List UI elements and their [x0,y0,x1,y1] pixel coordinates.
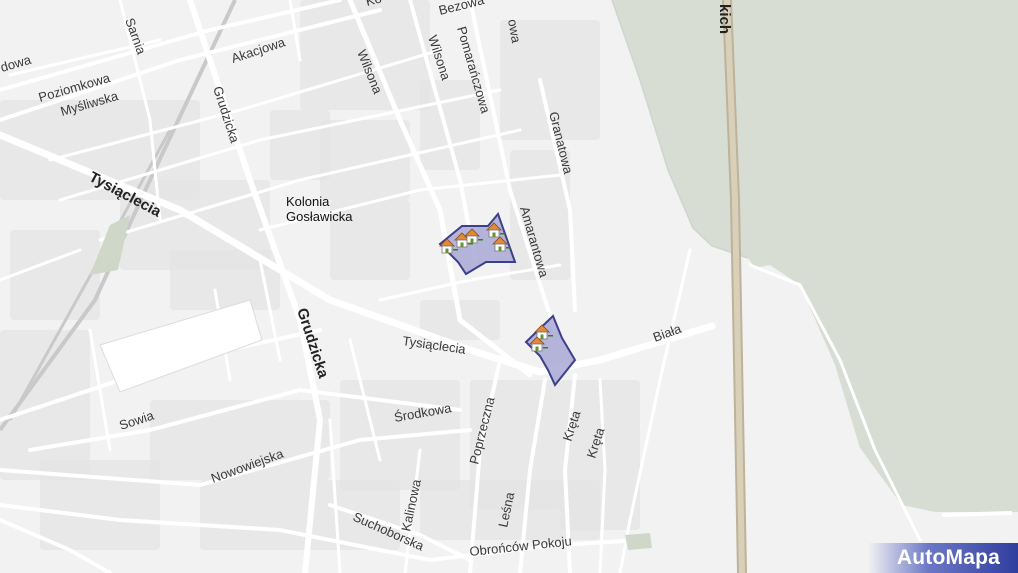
street-label-bezowa: Bezowa [437,0,486,18]
street-label-sarnia: Sarnia [122,16,149,57]
stripe [941,511,1013,517]
area-label-line: Kolonia [286,194,330,209]
street-label-grudzicka: Grudzicka [210,84,243,145]
street-label-kich: kich [716,4,733,34]
lake-area [612,0,1018,512]
automapa-logo: AutoMapa [868,543,1018,573]
street-label-grudzicka_major: Grudzicka [293,306,332,381]
map-view[interactable]: Tysiąclecia Tysiąclecia Grudzicka Grudzicka… [0,0,1018,573]
area-label-line: Gosławicka [286,209,353,224]
industrial-building [99,299,263,393]
map-canvas[interactable]: TysiącleciaTysiącleciaGrudzickaGrudzicka… [0,0,1018,573]
logo-text: AutoMapa [896,546,1000,569]
green-patch-2 [625,533,652,550]
